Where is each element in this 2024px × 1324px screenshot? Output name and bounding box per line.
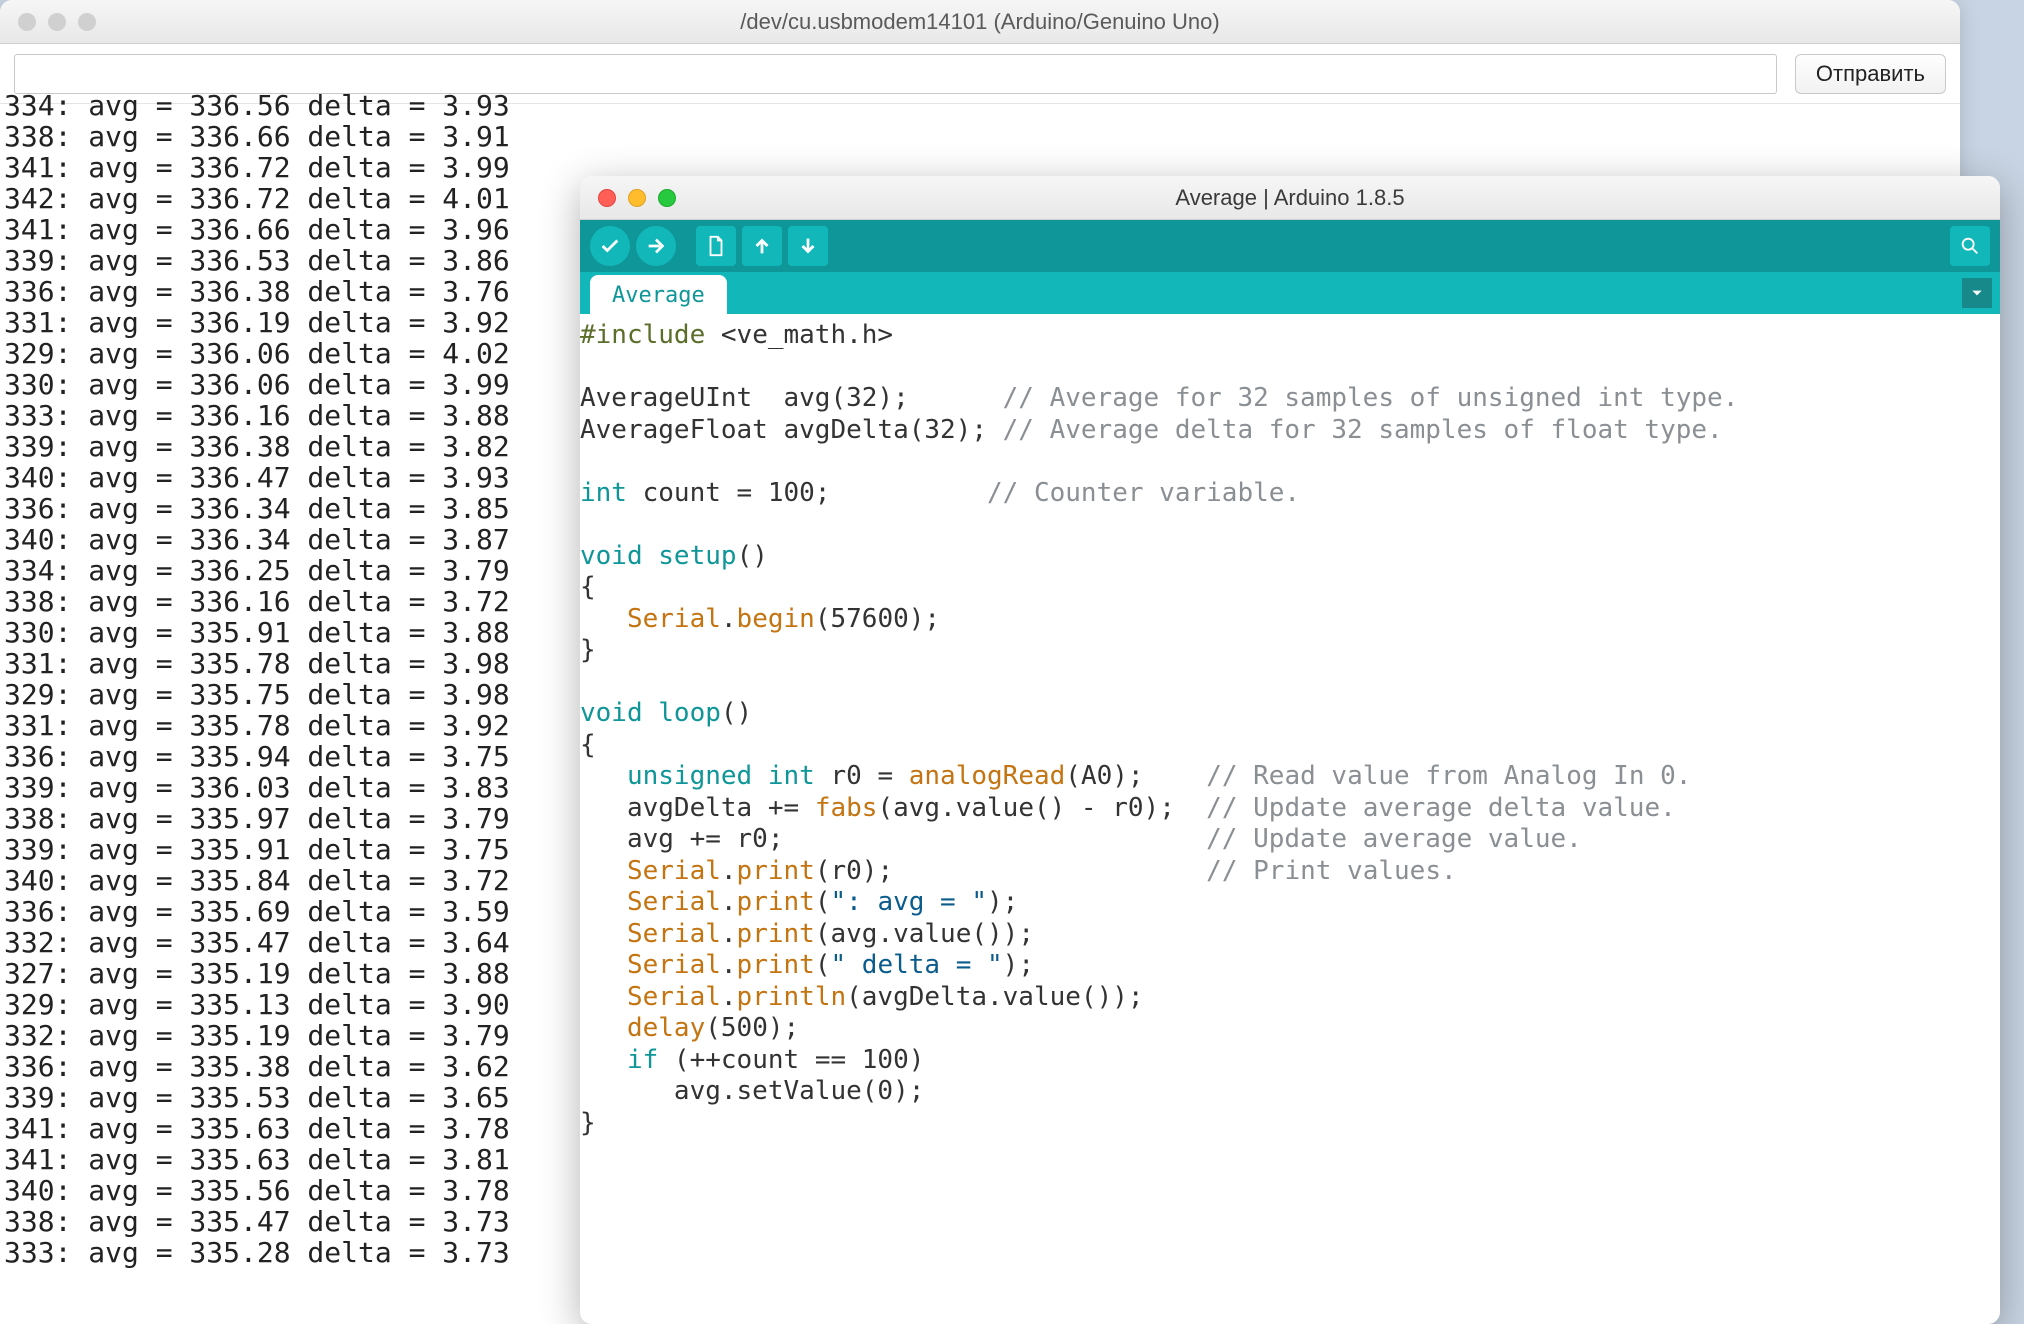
ide-titlebar: Average | Arduino 1.8.5 <box>580 176 2000 220</box>
new-button[interactable] <box>696 226 736 266</box>
serial-window-title: /dev/cu.usbmodem14101 (Arduino/Genuino U… <box>0 9 1960 35</box>
maximize-icon[interactable] <box>78 13 96 31</box>
tab-menu-button[interactable] <box>1962 278 1992 308</box>
serial-monitor-button[interactable] <box>1950 226 1990 266</box>
ide-window-title: Average | Arduino 1.8.5 <box>580 185 2000 211</box>
code-text: #include <box>580 320 705 350</box>
upload-button[interactable] <box>636 226 676 266</box>
chevron-down-icon <box>1970 286 1984 300</box>
maximize-icon[interactable] <box>658 189 676 207</box>
magnifier-icon <box>1959 235 1981 257</box>
arduino-ide-window: Average | Arduino 1.8.5 Average #include… <box>580 176 2000 1324</box>
check-icon <box>599 235 621 257</box>
ide-traffic-lights <box>580 189 676 207</box>
save-button[interactable] <box>788 226 828 266</box>
open-button[interactable] <box>742 226 782 266</box>
serial-titlebar: /dev/cu.usbmodem14101 (Arduino/Genuino U… <box>0 0 1960 44</box>
serial-input[interactable] <box>14 54 1777 94</box>
arrow-up-icon <box>751 235 773 257</box>
arrow-down-icon <box>797 235 819 257</box>
close-icon[interactable] <box>18 13 36 31</box>
minimize-icon[interactable] <box>628 189 646 207</box>
minimize-icon[interactable] <box>48 13 66 31</box>
arrow-right-icon <box>645 235 667 257</box>
code-editor[interactable]: #include <ve_math.h> AverageUInt avg(32)… <box>580 314 2000 1139</box>
send-button[interactable]: Отправить <box>1795 54 1946 94</box>
close-icon[interactable] <box>598 189 616 207</box>
tab-average[interactable]: Average <box>590 275 727 314</box>
ide-toolbar <box>580 220 2000 272</box>
file-icon <box>705 235 727 257</box>
serial-traffic-lights <box>0 13 96 31</box>
ide-tabbar: Average <box>580 272 2000 314</box>
verify-button[interactable] <box>590 226 630 266</box>
